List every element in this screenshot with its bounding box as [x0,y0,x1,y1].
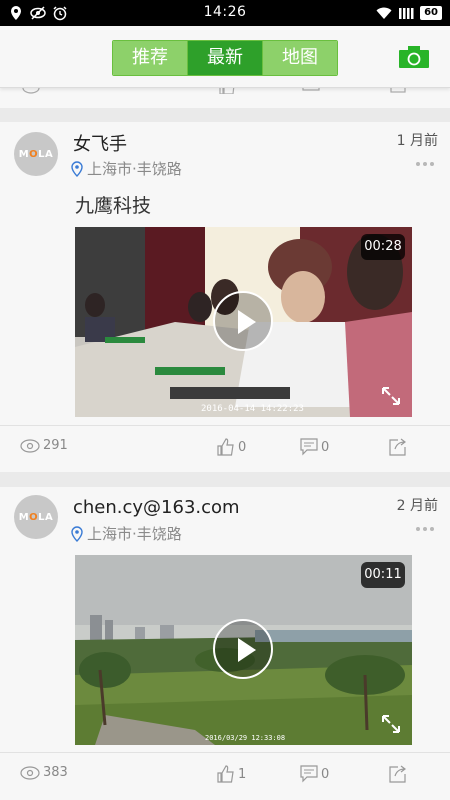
status-bar: 14:26 60 [0,0,450,26]
post-card: MOLA 女飞手 上海市·丰饶路 1 月前 九鹰科技 00:28 2016-04… [0,122,450,472]
post-username[interactable]: chen.cy@163.com [73,497,240,518]
feed-tab-switcher: 推荐 最新 地图 [112,40,338,76]
post-card: MOLA chen.cy@163.com 上海市·丰饶路 2 月前 00:11 [0,487,450,800]
comments-value: 0 [321,439,330,455]
comment-button[interactable]: 0 [300,438,329,456]
share-button[interactable] [389,438,407,456]
tab-recommended[interactable]: 推荐 [113,41,187,75]
post-location: 上海市·丰饶路 [70,158,182,179]
wifi-icon [376,7,392,19]
play-button[interactable] [213,291,273,351]
fullscreen-icon[interactable] [380,713,402,735]
comment-button[interactable]: 0 [300,765,329,783]
map-pin-icon [71,525,83,542]
views-value: 291 [43,438,68,453]
video-timestamp: 2016-04-14 14:22:23 [201,404,304,414]
views-count: 291 [20,438,68,453]
tab-latest[interactable]: 最新 [187,41,262,75]
comment-icon [300,438,318,456]
like-button[interactable]: 0 [217,438,246,456]
like-button[interactable]: 1 [217,765,246,783]
more-options-icon[interactable] [416,527,436,533]
views-count: 383 [20,765,68,780]
eye-icon [20,438,40,453]
share-icon [389,765,406,783]
mola-logo: MOLA [18,148,54,160]
share-icon [390,88,406,93]
mola-logo: MOLA [18,511,54,523]
battery-icon: 60 [420,6,442,20]
thumbs-up-icon [217,765,234,783]
avatar[interactable]: MOLA [14,495,58,539]
more-options-icon[interactable] [416,162,436,168]
video-duration: 00:28 [361,234,405,260]
location-text: 上海市·丰饶路 [87,525,182,543]
comments-value: 0 [321,766,330,782]
video-thumbnail[interactable]: 00:11 2016/03/29 12:33:08 [75,555,412,745]
post-time: 2 月前 [396,498,438,514]
share-button[interactable] [389,765,407,783]
post-time: 1 月前 [396,133,438,149]
camera-icon[interactable] [399,46,429,68]
avatar[interactable]: MOLA [14,132,58,176]
share-icon [389,438,406,456]
eye-icon [20,765,40,780]
eye-icon [22,88,40,94]
signal-icon [399,8,414,19]
play-button[interactable] [213,619,273,679]
comment-icon [302,88,320,91]
previous-post-actions [0,88,450,108]
post-actions: 383 1 0 [0,752,450,798]
fullscreen-icon[interactable] [380,385,402,407]
post-location: 上海市·丰饶路 [70,523,182,544]
map-pin-icon [71,160,83,177]
likes-value: 1 [238,766,247,782]
thumbs-up-icon [219,88,235,94]
post-description: 九鹰科技 [75,195,152,217]
likes-value: 0 [238,439,247,455]
views-value: 383 [43,765,68,780]
video-duration: 00:11 [361,562,405,588]
video-timestamp: 2016/03/29 12:33:08 [205,734,286,742]
post-username[interactable]: 女飞手 [73,130,127,156]
video-thumbnail[interactable]: 00:28 2016-04-14 14:22:23 [75,227,412,417]
thumbs-up-icon [217,438,234,456]
tab-map[interactable]: 地图 [262,41,337,75]
comment-icon [300,765,318,783]
post-actions: 291 0 0 [0,425,450,471]
top-bar: 推荐 最新 地图 [0,26,450,88]
location-text: 上海市·丰饶路 [87,160,182,178]
